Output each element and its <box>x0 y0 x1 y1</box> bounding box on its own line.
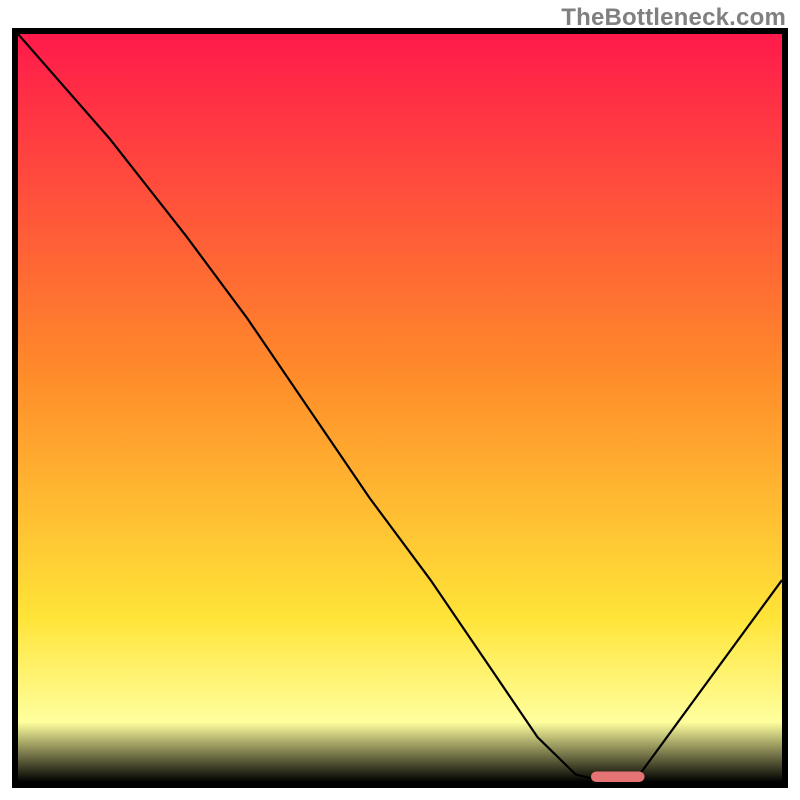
gradient-background <box>18 34 782 782</box>
chart-border <box>12 28 788 788</box>
chart-plot-area <box>18 34 782 782</box>
watermark-label: TheBottleneck.com <box>561 4 786 32</box>
optimal-marker <box>591 772 644 782</box>
bottleneck-chart <box>18 34 782 782</box>
